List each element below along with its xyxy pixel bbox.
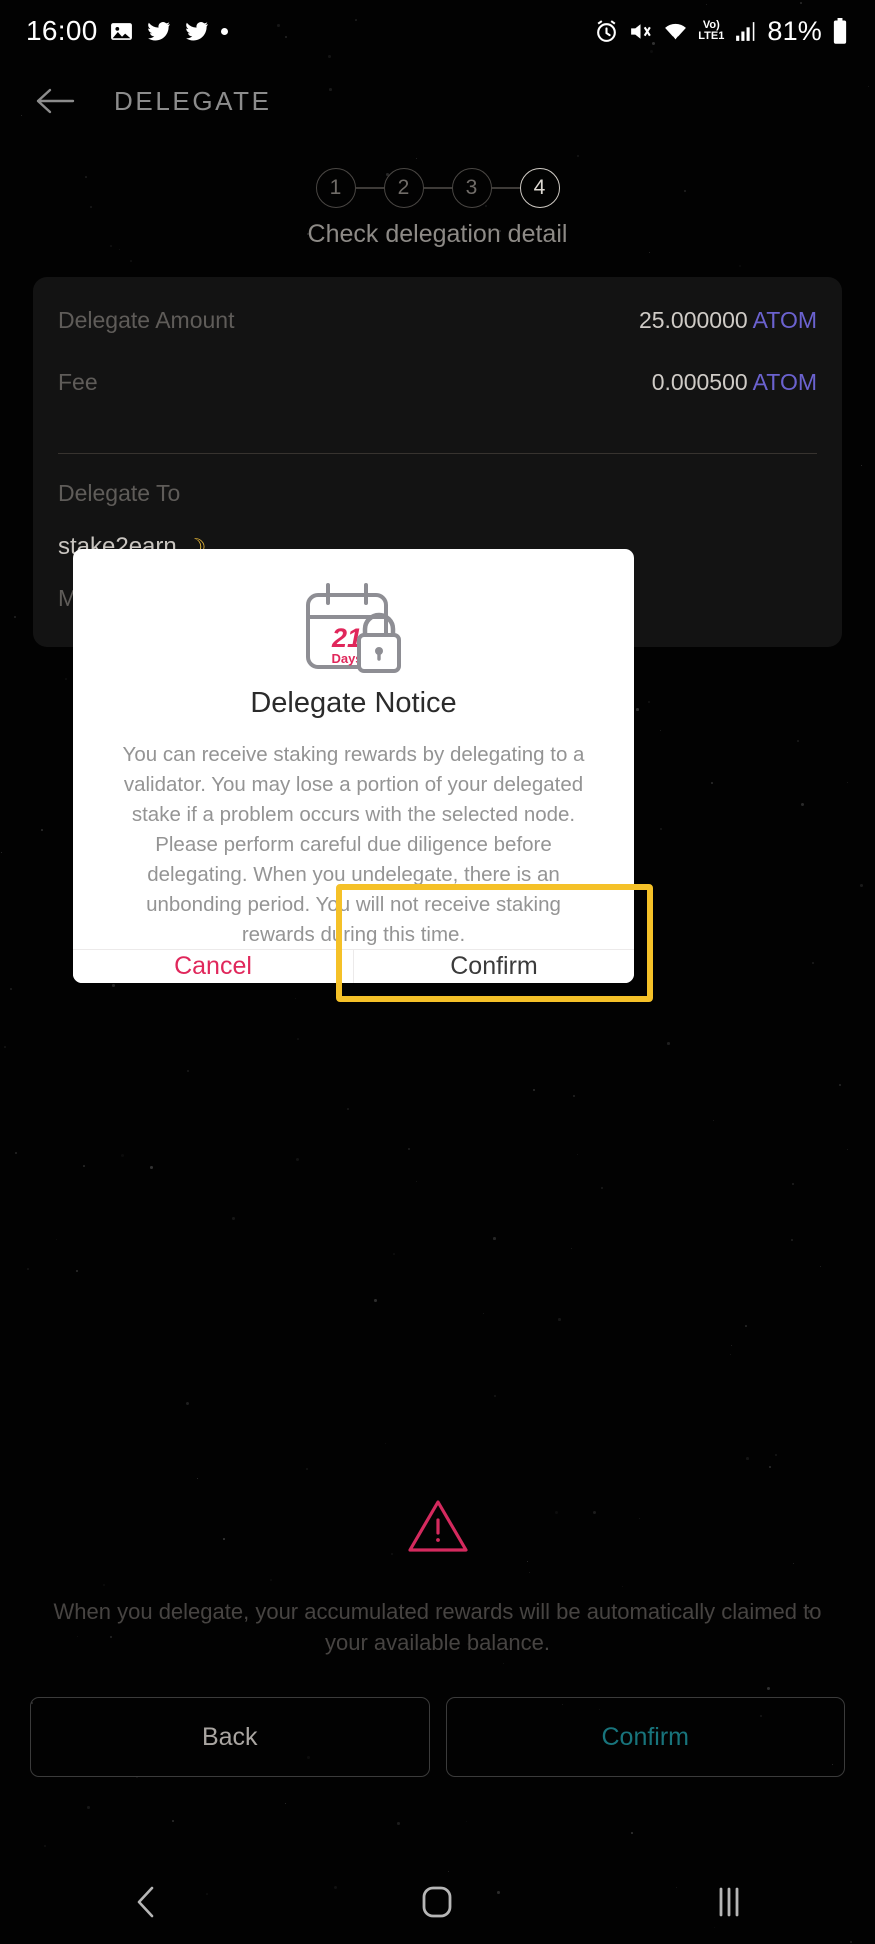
dialog-actions: Cancel Confirm xyxy=(73,949,634,983)
nav-recents-icon[interactable] xyxy=(669,1885,789,1919)
dialog-body: 21 Days Delegate Notice You can receive … xyxy=(73,549,634,949)
stepper-step-4[interactable]: 4 xyxy=(519,168,560,208)
wifi-icon xyxy=(662,19,689,44)
twitter-icon xyxy=(145,19,172,44)
arrow-left-icon[interactable] xyxy=(20,86,90,116)
delegate-to-label: Delegate To xyxy=(58,480,181,506)
phone-screen: 16:00 Vo) LTE1 81% DELEGATE 1 2 3 4 Chec… xyxy=(0,0,875,1944)
stepper: 1 2 3 4 xyxy=(0,168,875,208)
mute-vibrate-icon xyxy=(628,19,653,44)
dialog-cancel-button[interactable]: Cancel xyxy=(73,950,353,983)
dialog-confirm-button[interactable]: Confirm xyxy=(353,950,634,983)
battery-icon xyxy=(831,17,849,45)
fee-int: 0 xyxy=(651,369,665,395)
photo-icon xyxy=(109,19,134,44)
dialog-title: Delegate Notice xyxy=(250,687,457,719)
calendar-lock-icon: 21 Days xyxy=(99,581,608,673)
status-bar-clock: 16:00 xyxy=(26,15,98,46)
stepper-connector xyxy=(491,187,520,189)
nav-home-icon[interactable] xyxy=(377,1885,497,1919)
alarm-icon xyxy=(594,19,619,44)
detail-row-fee: Fee 0.000500 ATOM xyxy=(58,369,817,431)
status-bar-left: 16:00 xyxy=(26,15,228,47)
volte-bottom-label: LTE1 xyxy=(698,30,725,42)
delegate-amount-label: Delegate Amount xyxy=(58,307,235,333)
dialog-message: You can receive staking rewards by deleg… xyxy=(122,743,585,946)
delegate-amount-int: 25 xyxy=(638,307,665,333)
app-bar: DELEGATE xyxy=(0,62,875,140)
battery-percent-label: 81% xyxy=(767,15,822,46)
stepper-caption: Check delegation detail xyxy=(307,220,568,248)
detail-row-delegate-amount: Delegate Amount 25.000000 ATOM xyxy=(58,307,817,369)
delegate-amount-unit: ATOM xyxy=(752,307,817,333)
back-button[interactable]: Back xyxy=(30,1697,430,1777)
delegate-notice-dialog: 21 Days Delegate Notice You can receive … xyxy=(73,549,634,983)
android-nav-bar xyxy=(0,1860,875,1944)
nav-back-icon[interactable] xyxy=(86,1885,206,1919)
stepper-step-2[interactable]: 2 xyxy=(383,168,424,208)
delegate-amount-value: 25.000000 ATOM xyxy=(639,307,817,334)
warning-message: When you delegate, your accumulated rewa… xyxy=(53,1599,822,1656)
fee-value: 0.000500 ATOM xyxy=(652,369,817,396)
bottom-action-bar: Back Confirm xyxy=(30,1697,845,1777)
status-bar: 16:00 Vo) LTE1 81% xyxy=(0,0,875,62)
dot-icon xyxy=(220,27,228,35)
twitter-icon xyxy=(183,19,210,44)
status-bar-right: Vo) LTE1 81% xyxy=(594,16,849,47)
fee-unit: ATOM xyxy=(752,369,817,395)
fee-label: Fee xyxy=(58,369,98,395)
page-title: DELEGATE xyxy=(114,85,272,116)
stepper-step-1[interactable]: 1 xyxy=(315,168,356,208)
card-divider xyxy=(58,453,817,454)
stepper-connector xyxy=(423,187,452,189)
fee-frac: .000500 xyxy=(664,369,748,395)
confirm-button[interactable]: Confirm xyxy=(445,1697,845,1777)
signal-icon xyxy=(733,19,758,44)
warning-triangle-icon xyxy=(0,1498,875,1554)
delegate-amount-frac: .000000 xyxy=(664,307,748,333)
volte-icon: Vo) LTE1 xyxy=(698,20,724,42)
stepper-connector xyxy=(355,187,384,189)
stepper-step-3[interactable]: 3 xyxy=(451,168,492,208)
